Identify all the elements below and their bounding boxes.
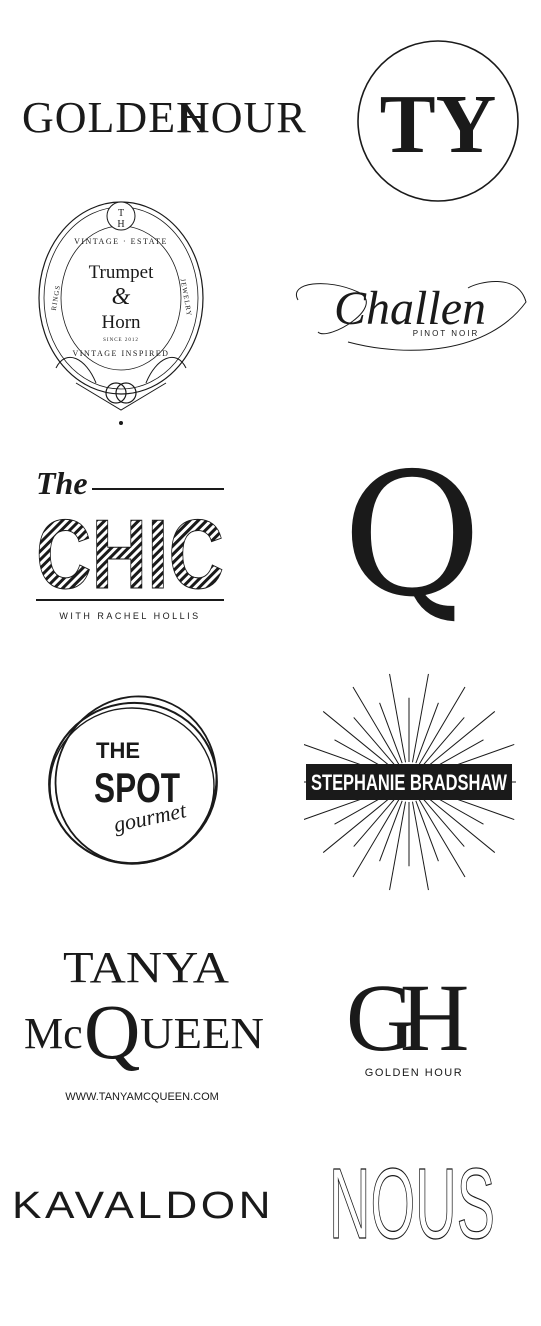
mono-bottom-letter: H	[117, 219, 124, 230]
q-letter: Q	[342, 452, 481, 624]
chic-tagline: WITH RACHEL HOLLIS	[59, 611, 200, 621]
kavaldon-logo: KAVALDON	[10, 1180, 276, 1227]
mcqueen-url: WWW.TANYAMCQUEEN.COM	[65, 1091, 219, 1103]
gh-h: H	[400, 966, 469, 1071]
burst-ray	[411, 801, 429, 891]
the-chic-logo: The CHIC WITH RACHEL HOLLIS	[34, 462, 230, 624]
burst-ray	[389, 801, 407, 891]
burst-ray	[424, 794, 496, 853]
the-spot-logo: THE SPOT gourmet	[44, 694, 222, 872]
the-word: The	[36, 465, 88, 501]
burst-ray	[418, 799, 466, 878]
burst-ray	[352, 799, 400, 878]
ty-monogram-logo: TY	[355, 38, 521, 204]
nous-logo: NOUS	[326, 1147, 498, 1260]
tanya-mcqueen-logo: TANYA Mc Q UEEN WWW.TANYAMCQUEEN.COM	[22, 940, 268, 1106]
queen-q: Q	[84, 988, 140, 1075]
trumpet-word: Trumpet	[89, 262, 154, 283]
burst-ray	[411, 673, 429, 763]
gh-label: GOLDEN HOUR	[365, 1067, 463, 1079]
ty-letters: TY	[380, 78, 497, 171]
burst-ray	[424, 711, 496, 770]
stephanie-name: STEPHANIE BRADSHAW	[311, 770, 507, 795]
since-text: SINCE 2012	[103, 338, 139, 343]
challen-sub: PINOT NOIR	[413, 329, 480, 338]
trumpet-and-horn-logo: T H VINTAGE · ESTATE RINGS JEWELRY Trump…	[36, 198, 206, 434]
ampersand: &	[112, 284, 131, 310]
nous-word: NOUS	[329, 1156, 495, 1244]
burst-ray	[379, 800, 403, 862]
burst-ray	[322, 711, 394, 770]
burst-ray	[418, 686, 466, 765]
bottom-arc-text: VINTAGE INSPIRED	[73, 349, 170, 358]
horn-word: Horn	[101, 312, 141, 333]
chic-word: CHIC	[36, 499, 224, 609]
hour-word: HOUR	[178, 93, 307, 142]
q-mark-logo: Q	[340, 437, 490, 635]
golden-hour-wordmark-logo: GOLDEN HOUR	[18, 80, 318, 144]
left-text: RINGS	[50, 284, 62, 311]
stephanie-bradshaw-logo: STEPHANIE BRADSHAW	[297, 664, 521, 898]
burst-ray	[415, 800, 439, 862]
kavaldon-word: KAVALDON	[12, 1185, 274, 1226]
challen-name: Challen	[334, 282, 486, 335]
burst-ray	[352, 686, 400, 765]
challen-logo: Challen PINOT NOIR	[288, 262, 532, 358]
ueen-word: UEEN	[140, 1009, 264, 1058]
gh-golden-hour-logo: G H GOLDEN HOUR	[344, 964, 480, 1080]
burst-ray	[379, 702, 403, 764]
mono-top-letter: T	[118, 208, 124, 219]
burst-ray	[389, 673, 407, 763]
tanya-word: TANYA	[63, 943, 229, 992]
mc-word: Mc	[24, 1009, 83, 1058]
spot-the: THE	[96, 738, 140, 763]
burst-ray	[415, 702, 439, 764]
burst-ray	[322, 794, 394, 853]
top-arc-text: VINTAGE · ESTATE	[74, 237, 168, 246]
